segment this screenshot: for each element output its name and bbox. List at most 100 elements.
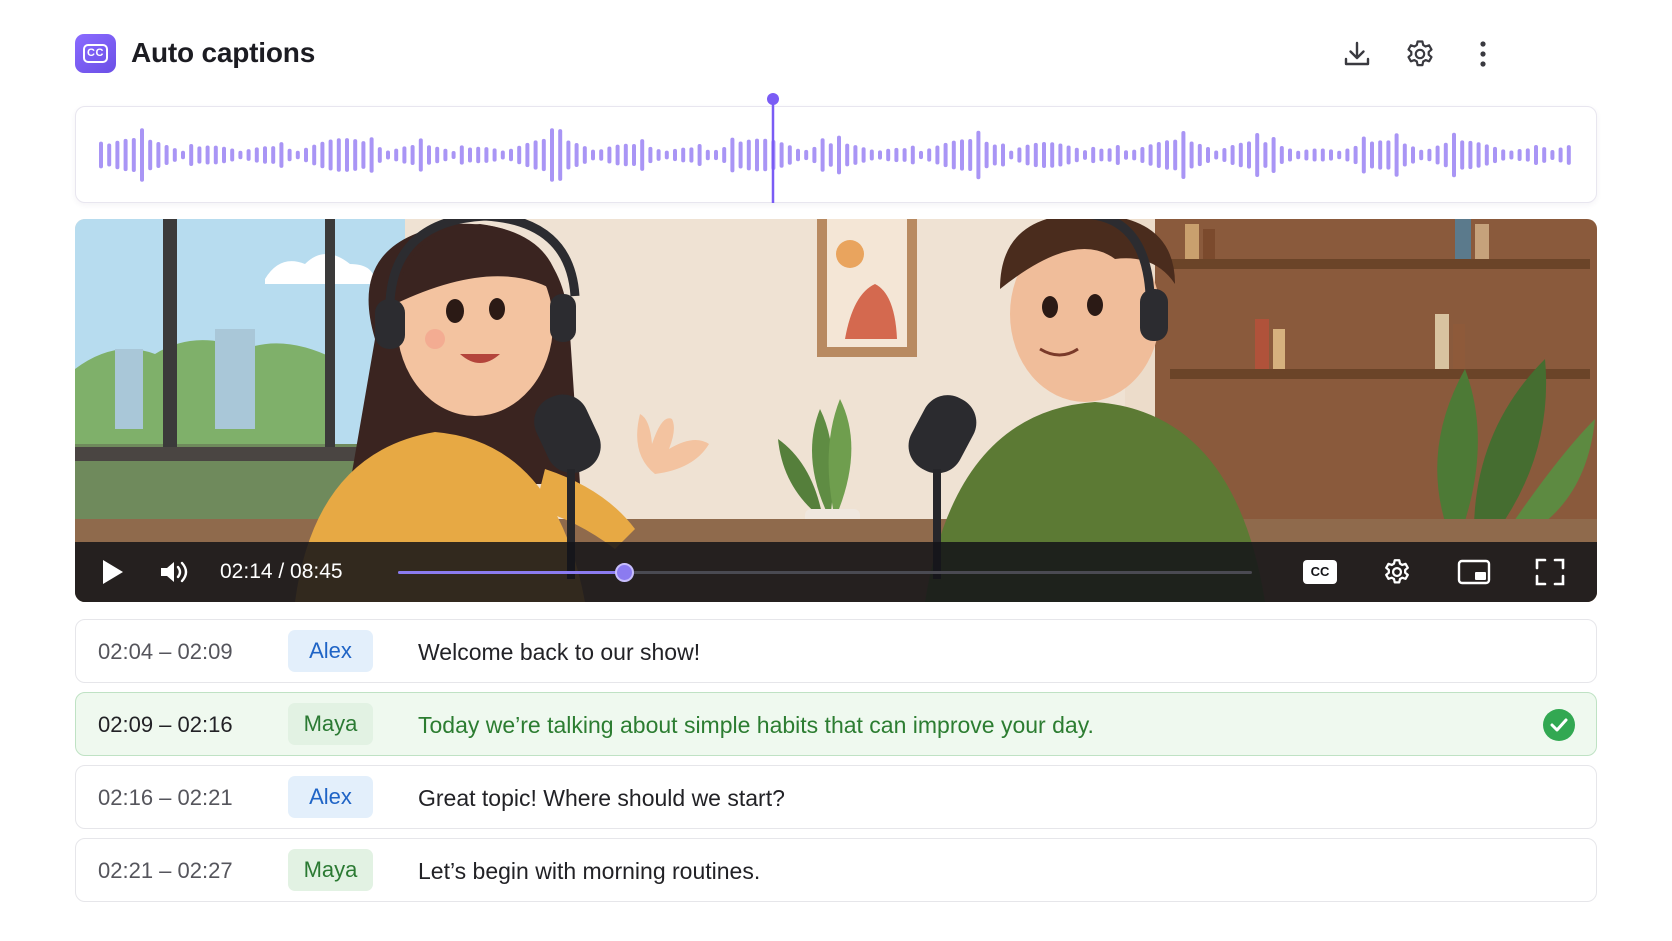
- waveform-bar: [402, 146, 407, 164]
- waveform-bar: [1025, 144, 1030, 166]
- waveform-bar: [1156, 141, 1161, 169]
- waveform-bar: [1452, 132, 1456, 178]
- waveform-bar: [968, 139, 973, 171]
- caption-time-range: 02:09 – 02:16: [98, 712, 233, 737]
- logo-cc-text: CC: [83, 44, 108, 63]
- waveform-bar: [1189, 141, 1194, 169]
- waveform-bar: [623, 143, 628, 167]
- waveform-bar: [427, 145, 431, 165]
- waveform-bar: [1247, 141, 1251, 169]
- seek-handle[interactable]: [615, 563, 635, 582]
- waveform-bar: [640, 139, 645, 171]
- waveform-bar: [115, 140, 120, 170]
- speaker-chip[interactable]: Alex: [288, 776, 373, 818]
- waveform-bar: [1566, 145, 1571, 165]
- waveform-bar: [1394, 133, 1399, 177]
- audio-waveform[interactable]: [75, 93, 1597, 203]
- waveform-bar: [697, 143, 702, 167]
- caption-time-range: 02:16 – 02:21: [98, 785, 233, 810]
- speaker-chip[interactable]: Alex: [288, 630, 373, 672]
- waveform-bar: [361, 141, 366, 169]
- waveform-bar: [902, 148, 907, 162]
- waveform-bar: [1001, 143, 1005, 167]
- waveform-bar: [550, 128, 554, 182]
- waveform-bar: [714, 149, 718, 161]
- waveform-bar: [1066, 145, 1071, 165]
- waveform-bar: [1525, 148, 1530, 162]
- waveform-bar: [443, 148, 448, 162]
- waveform-bar: [1542, 147, 1547, 163]
- waveform-bar: [1493, 146, 1497, 164]
- waveform-bar: [755, 138, 759, 172]
- waveform-bar: [533, 140, 538, 170]
- waveform-bar: [648, 146, 653, 164]
- playhead-handle[interactable]: [767, 93, 779, 105]
- waveform-bar: [1345, 148, 1350, 162]
- waveform-bar: [673, 148, 677, 162]
- caption-text[interactable]: Let’s begin with morning routines.: [418, 858, 760, 885]
- gear-icon[interactable]: [1378, 554, 1416, 590]
- waveform-bar: [787, 145, 792, 165]
- caption-row[interactable]: 02:04 – 02:09 Alex Welcome back to our s…: [75, 619, 1597, 683]
- waveform-bar: [1279, 146, 1284, 164]
- speaker-chip[interactable]: Maya: [288, 703, 373, 745]
- speaker-chip[interactable]: Maya: [288, 849, 373, 891]
- waveform-bar: [935, 145, 940, 165]
- waveform-bar: [919, 150, 923, 160]
- fullscreen-icon[interactable]: [1531, 554, 1569, 590]
- video-player[interactable]: 02:14 / 08:45 CC: [75, 219, 1597, 602]
- waveform-bar: [1091, 146, 1096, 164]
- download-icon[interactable]: [1339, 36, 1375, 72]
- waveform-bar: [689, 147, 694, 163]
- waveform-bar: [886, 148, 891, 162]
- waveform-bar: [197, 146, 202, 164]
- waveform-bar: [492, 148, 497, 162]
- waveform-bar: [484, 147, 489, 163]
- waveform-bar: [1107, 148, 1112, 162]
- waveform-bar: [1320, 148, 1325, 162]
- waveform-bar: [730, 137, 735, 173]
- waveform-bar: [1329, 149, 1333, 161]
- waveform-bar: [1238, 142, 1243, 168]
- waveform-bar: [525, 142, 530, 168]
- waveform-bar: [779, 142, 784, 168]
- waveform-bar: [451, 150, 456, 160]
- waveform-bar: [927, 148, 932, 162]
- waveform-bar: [1173, 139, 1178, 171]
- waveform-bar: [1296, 150, 1301, 160]
- waveform-bar: [1271, 137, 1276, 173]
- waveform-bar: [1050, 142, 1055, 168]
- caption-row-active[interactable]: 02:09 – 02:16 Maya Today we’re talking a…: [75, 692, 1597, 756]
- waveform-bar: [312, 144, 317, 166]
- caption-text[interactable]: Welcome back to our show!: [418, 639, 700, 666]
- waveform-bar: [607, 146, 612, 164]
- gear-icon[interactable]: [1402, 36, 1438, 72]
- waveform-bar: [394, 148, 399, 162]
- caption-time-range: 02:21 – 02:27: [98, 858, 233, 883]
- caption-text[interactable]: Today we’re talking about simple habits …: [418, 712, 1094, 739]
- waveform-bar: [615, 144, 620, 166]
- seek-bar[interactable]: [398, 563, 1252, 582]
- miniplayer-icon[interactable]: [1455, 554, 1493, 590]
- waveform-bar: [1148, 144, 1153, 166]
- cc-icon[interactable]: CC: [1301, 554, 1339, 590]
- more-vertical-icon[interactable]: [1465, 36, 1501, 72]
- waveform-bar: [164, 144, 169, 166]
- waveform-bar: [1378, 140, 1383, 170]
- waveform-bar: [148, 139, 153, 171]
- caption-text[interactable]: Great topic! Where should we start?: [418, 785, 785, 812]
- play-icon[interactable]: [93, 554, 131, 590]
- waveform-bar: [943, 142, 948, 168]
- caption-row[interactable]: 02:21 – 02:27 Maya Let’s begin with morn…: [75, 838, 1597, 902]
- waveform-bar: [287, 148, 292, 162]
- caption-row[interactable]: 02:16 – 02:21 Alex Great topic! Where sh…: [75, 765, 1597, 829]
- waveform-bar: [1443, 142, 1448, 168]
- volume-icon[interactable]: [155, 554, 193, 590]
- caption-time-range: 02:04 – 02:09: [98, 639, 233, 664]
- waveform-bar: [271, 146, 276, 164]
- waveform-bar: [566, 140, 571, 170]
- waveform-bar: [468, 147, 472, 163]
- waveform-bar: [1083, 150, 1087, 160]
- waveform-bar: [476, 146, 481, 164]
- waveform-bar: [1337, 150, 1342, 160]
